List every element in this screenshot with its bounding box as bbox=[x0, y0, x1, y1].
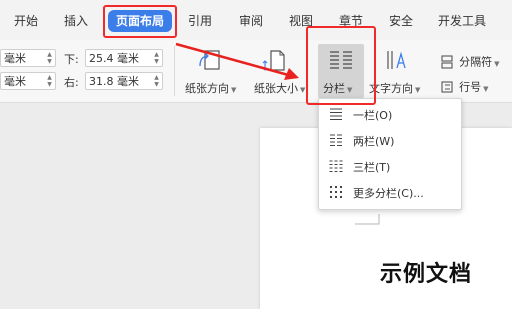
three-columns-icon bbox=[329, 160, 343, 172]
tab-home[interactable]: 开始 bbox=[14, 13, 38, 29]
separator-icon bbox=[441, 54, 453, 69]
dropdown-item-more-columns[interactable]: 更多分栏(C)... bbox=[319, 180, 461, 206]
tab-insert[interactable]: 插入 bbox=[64, 13, 88, 29]
text-direction-button[interactable] bbox=[384, 48, 414, 74]
dropdown-item-three-columns[interactable]: 三栏(T) bbox=[319, 154, 461, 180]
margin-corner-mark bbox=[355, 214, 380, 225]
tab-review[interactable]: 审阅 bbox=[239, 13, 263, 29]
dropdown-item-label: 更多分栏(C)... bbox=[353, 187, 424, 200]
bottom-margin-label: 下: bbox=[64, 53, 79, 66]
dropdown-caret-icon: ▼ bbox=[483, 85, 489, 93]
bottom-margin-value: 25.4 毫米 bbox=[89, 52, 139, 65]
two-columns-icon bbox=[330, 134, 342, 146]
menu-bar: 开始 插入 页面布局 引用 审阅 视图 章节 安全 开发工具 bbox=[0, 0, 512, 40]
size-label[interactable]: 纸张大小 ▼ bbox=[254, 80, 305, 96]
left-margin-value: 毫米 bbox=[4, 75, 26, 88]
spin-arrows-icon[interactable]: ▲ ▼ bbox=[45, 51, 54, 65]
right-margin-label: 右: bbox=[64, 76, 79, 89]
text-direction-icon bbox=[387, 51, 406, 69]
tab-references[interactable]: 引用 bbox=[188, 13, 212, 29]
more-columns-icon bbox=[330, 186, 342, 198]
divider bbox=[174, 46, 175, 96]
dropdown-caret-icon: ▼ bbox=[494, 60, 500, 68]
left-margin-input[interactable]: 毫米 ▲ ▼ bbox=[0, 72, 56, 90]
line-number-button[interactable]: 行号 ▼ bbox=[440, 76, 489, 94]
dropdown-item-label: 一栏(O) bbox=[353, 109, 393, 122]
highlight-box-tab bbox=[103, 5, 177, 38]
spin-arrows-icon[interactable]: ▲ ▼ bbox=[45, 74, 54, 88]
columns-dropdown: 一栏(O) 两栏(W) 三栏(T) 更多分栏(C)... bbox=[318, 98, 462, 210]
tab-security[interactable]: 安全 bbox=[389, 13, 413, 29]
dropdown-caret-icon: ▼ bbox=[300, 86, 306, 94]
dropdown-item-one-column[interactable]: 一栏(O) bbox=[319, 102, 461, 128]
highlight-box-columns bbox=[306, 26, 376, 105]
orientation-button[interactable] bbox=[196, 48, 226, 74]
spin-arrows-icon[interactable]: ▲ ▼ bbox=[152, 74, 161, 88]
separator-label: 分隔符 bbox=[459, 55, 493, 69]
dropdown-item-two-columns[interactable]: 两栏(W) bbox=[319, 128, 461, 154]
top-margin-value: 毫米 bbox=[4, 52, 26, 65]
top-margin-input[interactable]: 毫米 ▲ ▼ bbox=[0, 49, 56, 67]
dropdown-item-label: 三栏(T) bbox=[353, 161, 391, 174]
separator-button[interactable]: 分隔符 ▼ bbox=[440, 51, 500, 69]
spin-arrows-icon[interactable]: ▲ ▼ bbox=[152, 51, 161, 65]
one-column-icon bbox=[330, 108, 342, 120]
tab-developer[interactable]: 开发工具 bbox=[438, 13, 486, 29]
line-number-icon bbox=[441, 80, 453, 93]
bottom-margin-input[interactable]: 25.4 毫米 ▲ ▼ bbox=[85, 49, 163, 67]
document-text: 示例文档 bbox=[380, 262, 473, 287]
orientation-icon bbox=[199, 50, 220, 70]
text-direction-label[interactable]: 文字方向 ▼ bbox=[369, 80, 420, 96]
orientation-label[interactable]: 纸张方向 ▼ bbox=[185, 80, 236, 96]
ribbon: 毫米 ▲ ▼ 毫米 ▲ ▼ 下: 25.4 毫米 ▲ ▼ 右: 31.8 毫米 ▲ ▼ … bbox=[0, 40, 512, 103]
page-size-icon bbox=[262, 50, 285, 71]
size-button[interactable] bbox=[262, 48, 292, 74]
line-number-label: 行号 bbox=[459, 80, 482, 94]
dropdown-item-label: 两栏(W) bbox=[353, 135, 395, 148]
right-margin-input[interactable]: 31.8 毫米 ▲ ▼ bbox=[85, 72, 163, 90]
dropdown-caret-icon: ▼ bbox=[415, 86, 421, 94]
right-margin-value: 31.8 毫米 bbox=[89, 75, 139, 88]
dropdown-caret-icon: ▼ bbox=[231, 86, 237, 94]
